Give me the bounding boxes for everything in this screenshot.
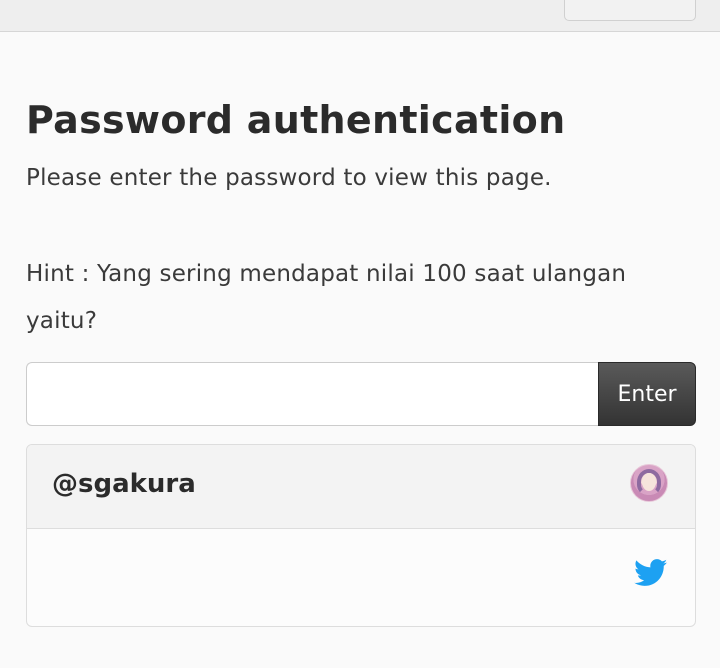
avatar-face: [642, 473, 656, 491]
password-input[interactable]: [26, 362, 598, 426]
author-name[interactable]: @sgakura: [52, 469, 196, 499]
top-bar-button[interactable]: [564, 0, 696, 21]
avatar[interactable]: [630, 464, 668, 502]
top-navigation-bar: [0, 0, 720, 32]
author-card: @sgakura: [26, 444, 696, 627]
page-title: Password authentication: [26, 98, 566, 142]
twitter-icon[interactable]: [634, 559, 668, 587]
author-card-body: [27, 529, 695, 626]
hint-text: Hint : Yang sering mendapat nilai 100 sa…: [26, 261, 627, 334]
password-form: Enter: [26, 362, 696, 426]
author-card-header: @sgakura: [27, 445, 695, 529]
instruction-text: Please enter the password to view this p…: [26, 165, 552, 191]
enter-button[interactable]: Enter: [598, 362, 696, 426]
